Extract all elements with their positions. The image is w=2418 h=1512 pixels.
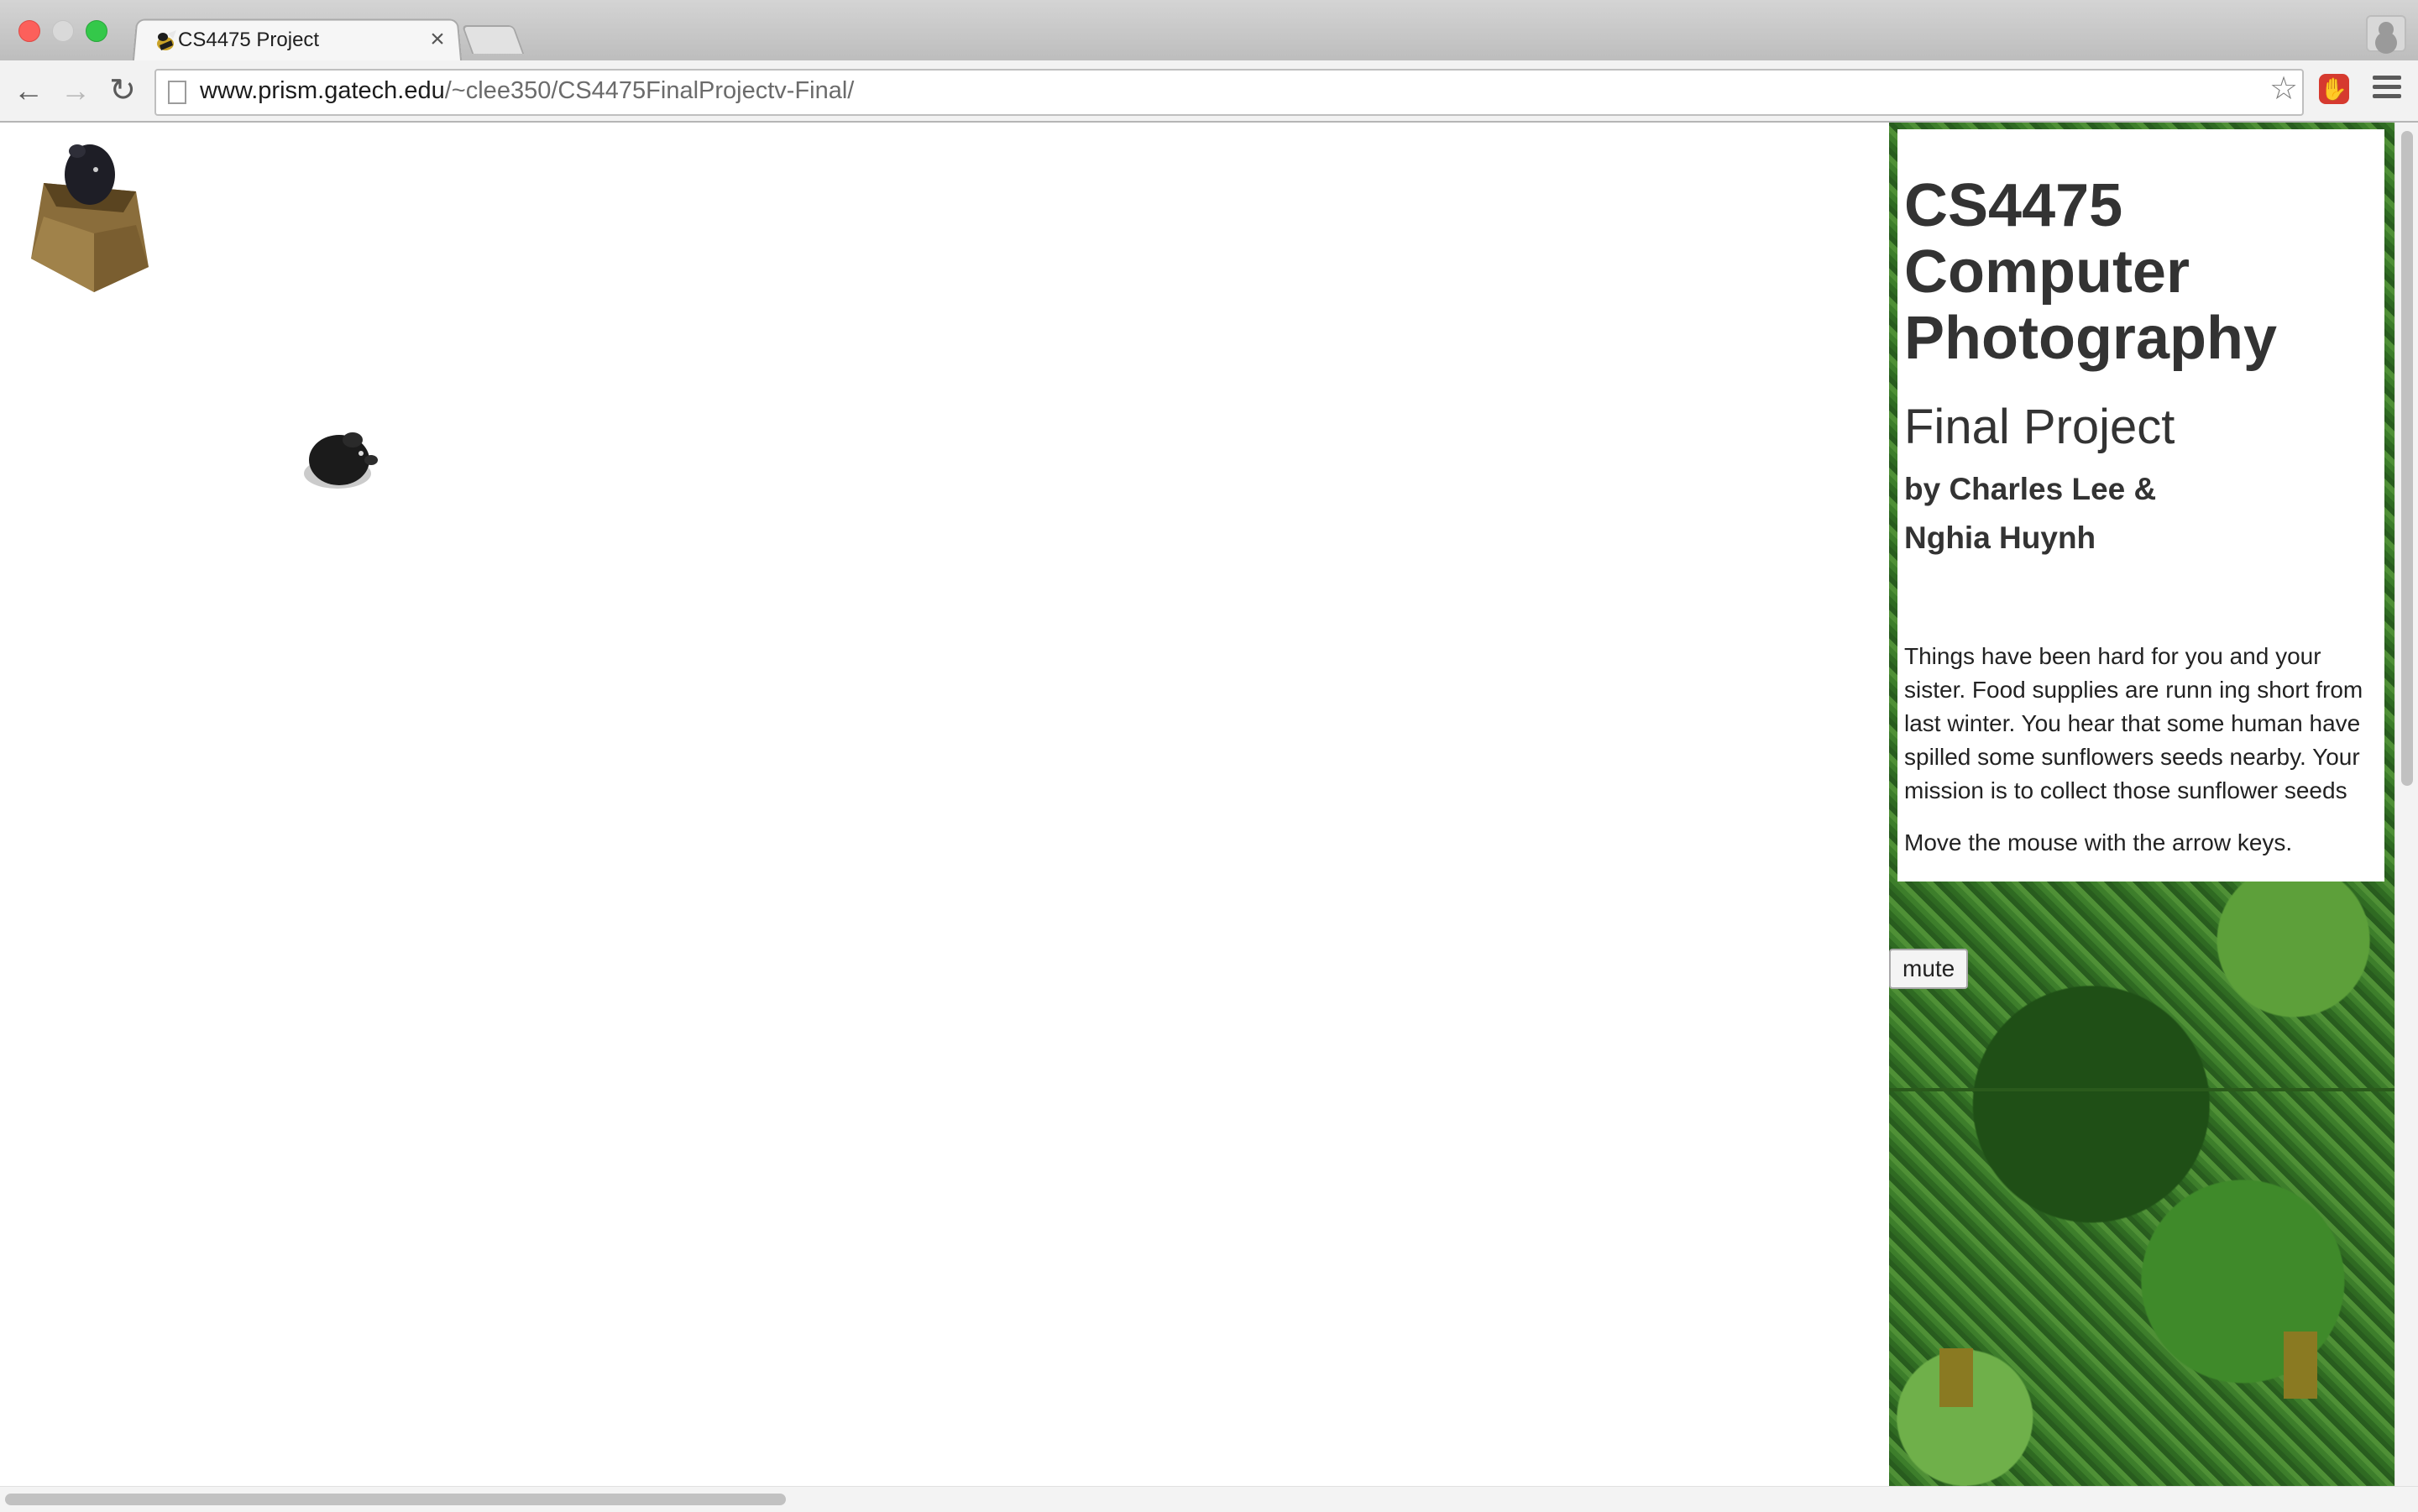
url-path: /~clee350/CS4475FinalProjectv-Final/ <box>444 77 855 104</box>
horizontal-scrollbar-thumb[interactable] <box>5 1494 786 1505</box>
page-viewport: CS4475 Computer Photography Final Projec… <box>0 123 2418 1486</box>
window-titlebar: CS4475 Project × <box>0 0 2418 65</box>
mute-button[interactable]: mute <box>1889 949 1969 989</box>
bookmark-star-icon[interactable]: ☆ <box>2267 72 2300 106</box>
page-subtitle: Final Project <box>1904 400 2175 454</box>
horizontal-scrollbar[interactable] <box>0 1486 2418 1512</box>
player-mouse-sprite <box>304 432 378 489</box>
story-text: Things have been hard for you and your s… <box>1904 643 2363 803</box>
game-canvas[interactable] <box>0 123 1889 1486</box>
authors-line-1: by Charles Lee & <box>1904 472 2157 506</box>
vertical-scrollbar[interactable] <box>2394 123 2418 1486</box>
gatech-buzz-icon <box>157 30 176 50</box>
tile-seam <box>1889 1088 2394 1091</box>
address-url[interactable]: www.prism.gatech.edu/~clee350/CS4475Fina… <box>200 77 854 105</box>
instructions-text: Move the mouse with the arrow keys. <box>1904 829 2293 855</box>
profile-icon[interactable] <box>2366 15 2406 52</box>
tree-trunk <box>1939 1348 1973 1407</box>
back-arrow-icon[interactable]: ← <box>10 74 47 107</box>
window-close-button[interactable] <box>18 20 40 42</box>
window-zoom-button[interactable] <box>86 20 107 42</box>
tab-title: CS4475 Project <box>178 29 320 51</box>
new-tab-button[interactable] <box>461 25 525 54</box>
extension-icon[interactable]: ✋ <box>2319 74 2349 104</box>
forward-arrow-icon[interactable]: → <box>57 74 94 107</box>
tree-trunk <box>2284 1332 2317 1399</box>
page-icon <box>168 81 186 104</box>
url-host: www.prism.gatech.edu <box>200 77 445 104</box>
hamster-box-sprite <box>31 144 149 292</box>
info-panel: CS4475 Computer Photography Final Projec… <box>1897 129 2384 882</box>
browser-tab-content[interactable]: CS4475 Project × <box>148 20 463 60</box>
authors: by Charles Lee & Nghia Huynh <box>1904 465 2374 562</box>
reload-icon[interactable]: ↻ <box>104 74 141 107</box>
vertical-scrollbar-thumb[interactable] <box>2401 131 2413 786</box>
page-title: CS4475 Computer Photography <box>1904 172 2277 372</box>
tab-close-icon[interactable]: × <box>425 27 450 52</box>
window-minimize-button[interactable] <box>52 20 74 42</box>
authors-line-2: Nghia Huynh <box>1904 521 2096 555</box>
menu-icon[interactable] <box>2373 76 2401 102</box>
